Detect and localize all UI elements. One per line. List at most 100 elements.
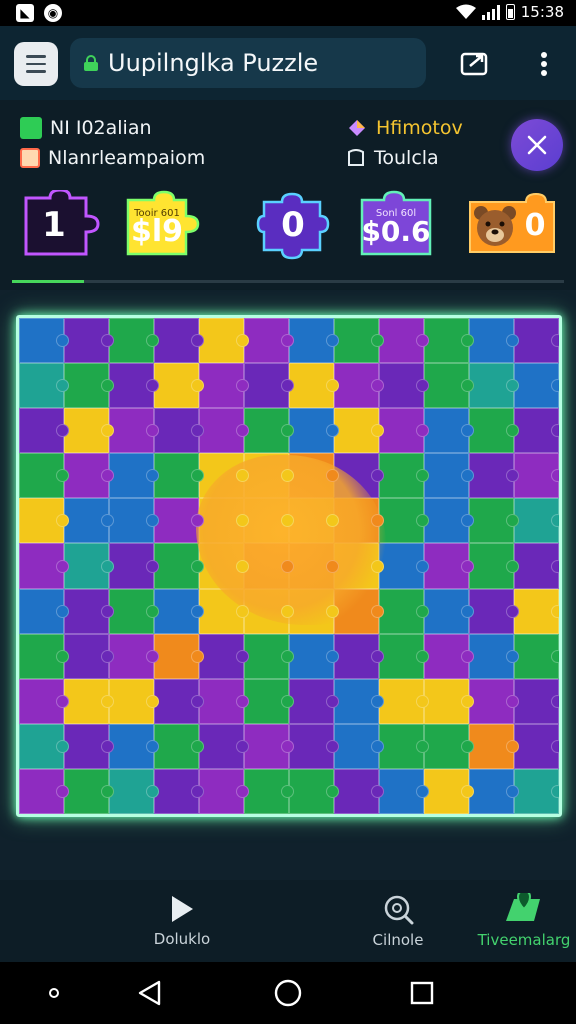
puzzle-piece[interactable]	[514, 633, 559, 679]
puzzle-piece[interactable]	[514, 453, 559, 499]
puzzle-piece[interactable]	[199, 318, 249, 364]
puzzle-piece[interactable]	[469, 588, 519, 634]
puzzle-piece[interactable]	[109, 363, 159, 409]
home-button[interactable]	[274, 979, 302, 1007]
puzzle-piece[interactable]	[334, 498, 384, 544]
puzzle-piece[interactable]	[19, 363, 69, 409]
puzzle-piece[interactable]	[244, 363, 294, 409]
puzzle-piece[interactable]	[514, 768, 559, 814]
puzzle-piece[interactable]	[199, 723, 249, 769]
puzzle-piece[interactable]	[244, 498, 294, 544]
nav-search[interactable]: Cilnole	[338, 880, 458, 962]
puzzle-piece[interactable]	[199, 543, 249, 589]
puzzle-piece[interactable]	[19, 408, 69, 454]
moves-counter[interactable]: 1	[22, 190, 106, 260]
close-button[interactable]	[511, 119, 563, 171]
puzzle-piece[interactable]	[64, 723, 114, 769]
puzzle-piece[interactable]	[109, 588, 159, 634]
bear-counter[interactable]: 0	[466, 190, 560, 260]
puzzle-piece[interactable]	[289, 588, 339, 634]
puzzle-piece[interactable]	[379, 723, 429, 769]
puzzle-piece[interactable]	[199, 678, 249, 724]
puzzle-piece[interactable]	[379, 633, 429, 679]
puzzle-piece[interactable]	[424, 318, 474, 364]
share-button[interactable]	[457, 46, 493, 82]
puzzle-piece[interactable]	[334, 453, 384, 499]
puzzle-piece[interactable]	[379, 768, 429, 814]
puzzle-piece[interactable]	[199, 768, 249, 814]
puzzle-piece[interactable]	[334, 723, 384, 769]
puzzle-piece[interactable]	[64, 498, 114, 544]
puzzle-piece[interactable]	[154, 588, 204, 634]
puzzle-piece[interactable]	[244, 453, 294, 499]
puzzle-piece[interactable]	[514, 723, 559, 769]
puzzle-piece[interactable]	[334, 588, 384, 634]
puzzle-piece[interactable]	[64, 408, 114, 454]
puzzle-piece[interactable]	[19, 678, 69, 724]
puzzle-piece[interactable]	[154, 318, 204, 364]
puzzle-piece[interactable]	[64, 633, 114, 679]
cost-counter[interactable]: Tooir 601 $l9	[124, 190, 210, 260]
puzzle-piece[interactable]	[379, 678, 429, 724]
puzzle-piece[interactable]	[154, 498, 204, 544]
menu-button[interactable]	[14, 42, 58, 86]
puzzle-piece[interactable]	[514, 678, 559, 724]
puzzle-piece[interactable]	[199, 633, 249, 679]
puzzle-piece[interactable]	[514, 363, 559, 409]
puzzle-piece[interactable]	[244, 768, 294, 814]
puzzle-piece[interactable]	[334, 678, 384, 724]
puzzle-piece[interactable]	[379, 498, 429, 544]
puzzle-piece[interactable]	[334, 363, 384, 409]
puzzle-piece[interactable]	[199, 453, 249, 499]
puzzle-piece[interactable]	[244, 543, 294, 589]
nav-play[interactable]: Doluklo	[122, 880, 242, 962]
puzzle-piece[interactable]	[199, 588, 249, 634]
puzzle-piece[interactable]	[424, 498, 474, 544]
nav-map[interactable]: Tiveemalarg	[464, 880, 576, 962]
balance-counter[interactable]: Sonl 60l $0.6	[358, 190, 434, 260]
puzzle-piece[interactable]	[64, 453, 114, 499]
puzzle-piece[interactable]	[109, 723, 159, 769]
puzzle-piece[interactable]	[109, 498, 159, 544]
puzzle-piece[interactable]	[424, 408, 474, 454]
puzzle-piece[interactable]	[19, 588, 69, 634]
puzzle-piece[interactable]	[244, 588, 294, 634]
puzzle-piece[interactable]	[19, 768, 69, 814]
puzzle-piece[interactable]	[289, 318, 339, 364]
puzzle-piece[interactable]	[64, 543, 114, 589]
puzzle-piece[interactable]	[424, 678, 474, 724]
puzzle-piece[interactable]	[469, 408, 519, 454]
puzzle-piece[interactable]	[109, 768, 159, 814]
more-button[interactable]	[526, 46, 562, 82]
title-field[interactable]: Uupilnglka Puzzle	[70, 38, 426, 88]
puzzle-piece[interactable]	[424, 453, 474, 499]
puzzle-piece[interactable]	[19, 543, 69, 589]
puzzle-piece[interactable]	[379, 318, 429, 364]
puzzle-piece[interactable]	[469, 543, 519, 589]
puzzle-piece[interactable]	[424, 543, 474, 589]
puzzle-piece[interactable]	[424, 363, 474, 409]
puzzle-piece[interactable]	[64, 678, 114, 724]
puzzle-piece[interactable]	[424, 633, 474, 679]
puzzle-piece[interactable]	[514, 543, 559, 589]
puzzle-piece[interactable]	[199, 363, 249, 409]
puzzle-piece[interactable]	[424, 723, 474, 769]
puzzle-piece[interactable]	[154, 678, 204, 724]
puzzle-piece[interactable]	[379, 588, 429, 634]
puzzle-piece[interactable]	[469, 633, 519, 679]
puzzle-piece[interactable]	[334, 408, 384, 454]
puzzle-piece[interactable]	[289, 633, 339, 679]
puzzle-piece[interactable]	[244, 678, 294, 724]
puzzle-piece[interactable]	[514, 498, 559, 544]
puzzle-piece[interactable]	[19, 723, 69, 769]
puzzle-piece[interactable]	[19, 318, 69, 364]
puzzle-piece[interactable]	[64, 363, 114, 409]
puzzle-piece[interactable]	[64, 318, 114, 364]
puzzle-piece[interactable]	[289, 363, 339, 409]
puzzle-piece[interactable]	[154, 363, 204, 409]
puzzle-piece[interactable]	[244, 723, 294, 769]
puzzle-piece[interactable]	[289, 453, 339, 499]
puzzle-piece[interactable]	[424, 588, 474, 634]
puzzle-piece[interactable]	[154, 768, 204, 814]
back-button[interactable]	[136, 979, 164, 1007]
